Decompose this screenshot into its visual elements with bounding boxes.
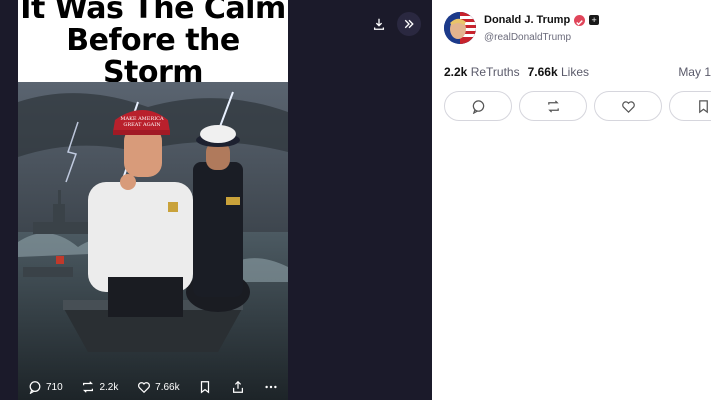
image-caption: It Was The Calm Before the Storm [20,0,286,90]
image-like-count: 7.66k [155,381,180,393]
author-handle[interactable]: @realDonaldTrump [484,32,571,43]
image-more-button[interactable] [264,380,278,394]
avatar[interactable] [444,12,476,44]
chevrons-right-icon [404,19,414,29]
plus-badge-icon: + [589,15,600,25]
image-share-button[interactable] [231,380,245,394]
heart-icon [138,382,151,394]
post-detail-panel: Donald J. Trump + @realDonaldTrump 2.2k … [432,0,711,400]
expand-button[interactable] [397,12,421,36]
comment-icon [472,99,484,114]
repost-icon [547,99,559,113]
svg-text:GREAT AGAIN: GREAT AGAIN [123,122,161,128]
media-viewer-panel: It Was The Calm Before the Storm MAKE AM… [0,0,432,400]
post-stats: 2.2k ReTruths 7.66k Likes [444,65,711,79]
post-date: May 1 [678,65,711,79]
bookmark-button[interactable] [669,91,711,121]
heart-icon [621,100,635,113]
bookmark-icon [698,99,708,113]
image-like-button[interactable]: 7.66k [137,380,180,394]
bookmark-icon [201,381,210,394]
retruth-button[interactable] [519,91,587,121]
likes-stat[interactable]: 7.66k Likes [528,65,589,79]
image-retruth-count: 2.2k [99,381,119,393]
repost-icon [83,381,94,393]
verified-badge-icon [574,14,586,26]
comment-icon [29,381,41,394]
likes-label: Likes [560,65,589,79]
image-reply-count: 710 [46,381,63,393]
post-image[interactable]: It Was The Calm Before the Storm MAKE AM… [18,0,288,400]
image-action-bar: 710 2.2k 7.66k [18,374,288,400]
retruths-label: ReTruths [470,65,520,79]
post-action-row [444,91,711,121]
retruths-count: 2.2k [444,65,468,79]
likes-count: 7.66k [527,65,558,79]
share-icon [233,380,244,393]
image-reply-button[interactable]: 710 [28,380,63,394]
image-bookmark-button[interactable] [198,380,212,394]
download-icon [373,18,385,30]
reply-button[interactable] [444,91,512,121]
image-caption-box: It Was The Calm Before the Storm [18,0,288,89]
download-button[interactable] [367,12,391,36]
image-retruth-button[interactable]: 2.2k [81,380,118,394]
avatar-image [444,12,476,44]
more-icon [265,385,277,389]
author-name[interactable]: Donald J. Trump [484,14,570,26]
like-button[interactable] [594,91,662,121]
author-name-row: Donald J. Trump + [484,14,600,26]
storm-scene-illustration: MAKE AMERICA GREAT AGAIN [18,82,288,400]
retruths-stat[interactable]: 2.2k ReTruths [444,65,520,79]
